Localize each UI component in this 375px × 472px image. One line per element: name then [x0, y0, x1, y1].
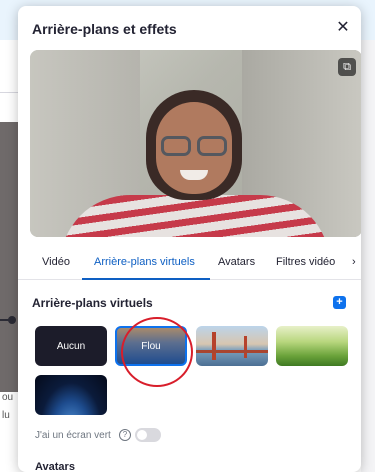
background-text-fragment: ou	[2, 392, 14, 403]
background-option-grass[interactable]	[276, 326, 348, 366]
bridge-tower	[244, 336, 247, 358]
dialog-title: Arrière-plans et effets	[32, 21, 177, 37]
chevron-right-icon[interactable]: ›	[352, 256, 356, 268]
tab-bar: Vidéo Arrière-plans virtuels Avatars Fil…	[18, 252, 361, 280]
plus-icon: +	[336, 296, 343, 308]
preview-glasses	[161, 136, 191, 156]
background-option-label: Aucun	[56, 340, 86, 352]
tab-avatars[interactable]: Avatars	[218, 256, 255, 268]
bridge-tower	[212, 332, 216, 360]
avatars-heading: Avatars	[35, 461, 75, 472]
bridge-deck	[196, 350, 268, 353]
add-background-button[interactable]: +	[333, 296, 346, 309]
background-video-strip	[0, 122, 18, 392]
mirror-video-button[interactable]: ⧉	[338, 58, 356, 76]
copy-icon: ⧉	[343, 61, 351, 73]
tab-video-filters[interactable]: Filtres vidéo	[276, 256, 335, 268]
background-right-panel	[361, 40, 375, 472]
background-option-bridge[interactable]	[196, 326, 268, 366]
background-option-none[interactable]: Aucun	[35, 326, 107, 366]
green-screen-toggle[interactable]	[135, 428, 161, 442]
tab-video[interactable]: Vidéo	[42, 256, 70, 268]
preview-glasses	[197, 136, 227, 156]
close-button[interactable]: ✕	[334, 19, 352, 37]
close-icon: ✕	[336, 19, 350, 36]
preview-person-shirt	[60, 195, 330, 237]
annotation-arrow-head	[8, 316, 16, 324]
active-tab-indicator	[82, 278, 210, 280]
virtual-backgrounds-heading: Arrière-plans virtuels	[32, 296, 153, 310]
tab-virtual-backgrounds[interactable]: Arrière-plans virtuels	[94, 256, 195, 268]
background-option-earth[interactable]	[35, 375, 107, 415]
help-icon[interactable]: ?	[119, 429, 131, 441]
green-screen-label: J'ai un écran vert	[35, 430, 111, 441]
annotation-highlight-circle	[121, 317, 193, 387]
toggle-knob	[137, 430, 147, 440]
video-preview: ⧉	[30, 50, 361, 237]
backgrounds-effects-dialog: Arrière-plans et effets ✕ ⧉ Vidéo Arrièr…	[18, 6, 361, 472]
background-text-fragment: lu	[2, 410, 10, 421]
